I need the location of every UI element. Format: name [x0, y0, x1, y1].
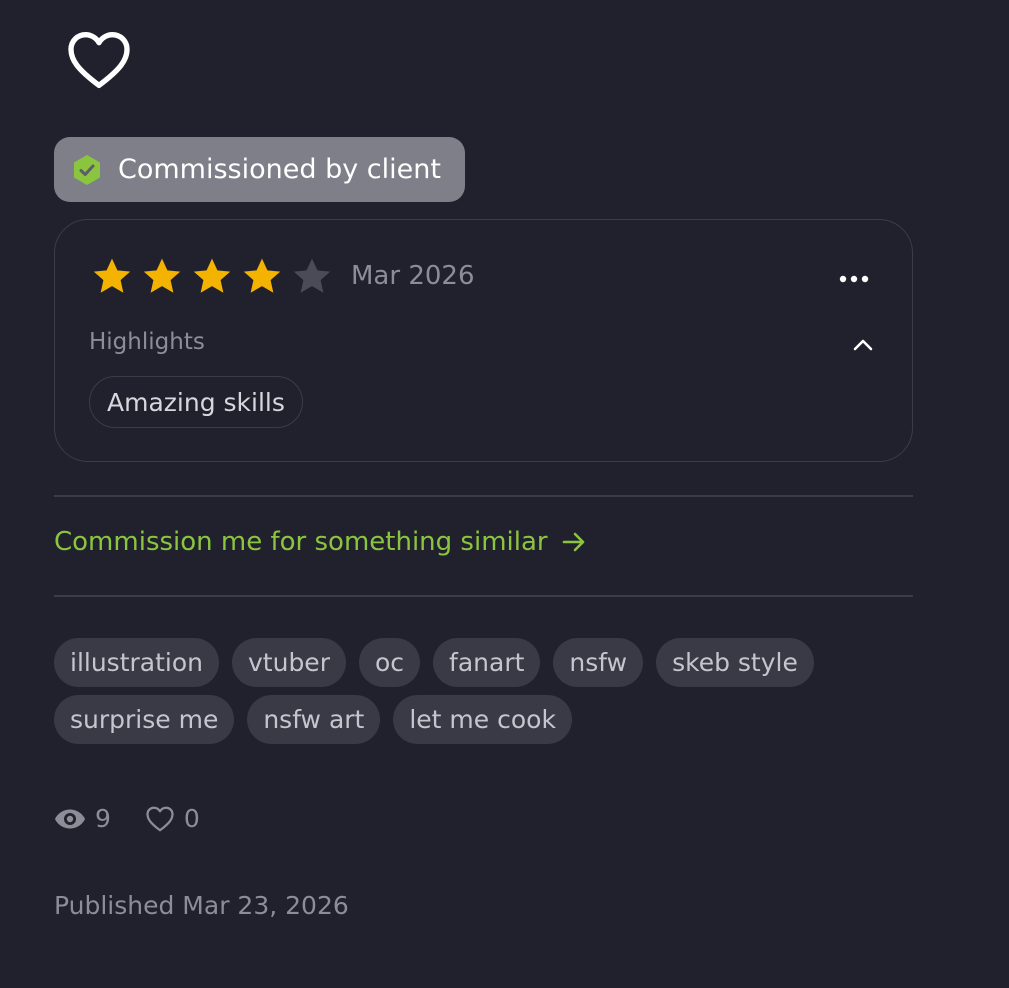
artwork-stats: 9 0 [54, 804, 234, 833]
divider [54, 595, 913, 597]
tag-chip[interactable]: oc [358, 638, 421, 687]
tag-chip[interactable]: vtuber [232, 638, 346, 687]
heart-outline-icon [68, 32, 130, 88]
star-filled-icon [243, 258, 281, 293]
highlight-chip: Amazing skills [89, 376, 303, 428]
collapse-highlights-button[interactable] [848, 330, 878, 360]
like-count[interactable]: 0 [145, 804, 200, 833]
eye-icon [55, 809, 85, 828]
star-filled-icon [193, 258, 231, 293]
commission-similar-link[interactable]: Commission me for something similar [54, 527, 586, 557]
heart-outline-icon [146, 806, 174, 831]
tag-chip[interactable]: let me cook [393, 695, 572, 744]
verified-hexagon-icon [74, 154, 100, 185]
tag-list: illustration vtuber oc fanart nsfw skeb … [54, 638, 914, 752]
tag-chip[interactable]: skeb style [656, 638, 814, 687]
highlights-label: Highlights [89, 329, 205, 355]
commission-link-label: Commission me for something similar [54, 527, 548, 557]
tag-chip[interactable]: nsfw [553, 638, 644, 687]
star-filled-icon [93, 258, 131, 293]
tag-chip[interactable]: surprise me [54, 695, 235, 744]
review-date: Mar 2026 [351, 261, 475, 291]
like-count-value: 0 [183, 804, 200, 833]
star-empty-icon [293, 258, 331, 293]
view-count-value: 9 [95, 804, 111, 833]
badge-label: Commissioned by client [118, 154, 441, 185]
review-card: Mar 2026 Highlights Amazing skills [54, 219, 913, 462]
tag-chip[interactable]: illustration [54, 638, 219, 687]
tag-row: illustration vtuber oc fanart nsfw skeb … [54, 638, 914, 687]
favorite-button[interactable] [62, 27, 136, 93]
star-filled-icon [143, 258, 181, 293]
published-date: Published Mar 23, 2026 [54, 891, 349, 920]
commissioned-badge: Commissioned by client [54, 137, 465, 202]
more-horizontal-icon [839, 275, 869, 283]
tag-chip[interactable]: nsfw art [247, 695, 381, 744]
tag-row: surprise me nsfw art let me cook [54, 695, 914, 744]
arrow-right-icon [562, 532, 584, 552]
view-count: 9 [54, 804, 111, 833]
artwork-details-panel: Commissioned by client Mar 2026 Highligh… [0, 0, 1009, 988]
more-options-button[interactable] [834, 264, 874, 294]
divider [54, 495, 913, 497]
chevron-up-icon [853, 339, 873, 351]
star-rating [91, 256, 333, 298]
tag-chip[interactable]: fanart [433, 638, 541, 687]
